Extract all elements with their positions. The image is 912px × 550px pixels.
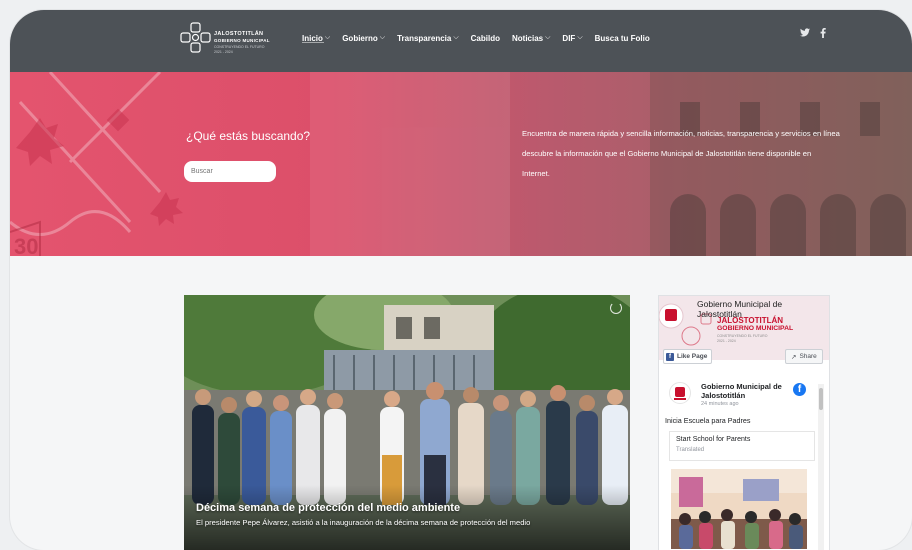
translated-text: Start School for Parents (676, 436, 751, 443)
cover-tagline: CONSTRUYENDO EL FUTURO (717, 334, 768, 338)
cover-subtitle: GOBIERNO MUNICIPAL (717, 325, 794, 332)
page-frame: JALOSTOTITLÁN GOBIERNO MUNICIPAL CONSTRU… (10, 10, 912, 550)
nav-item-inicio[interactable]: Inicio ⌵ (302, 28, 330, 48)
facebook-page-widget: Gobierno Municipal de Jalostotitlán JALO… (658, 295, 830, 550)
nav-item-dif[interactable]: DIF ⌵ (562, 28, 582, 48)
chevron-down-icon: ⌵ (379, 34, 386, 41)
logo-tagline: CONSTRUYENDO EL FUTURO (214, 45, 265, 49)
like-page-label: Like Page (677, 353, 708, 360)
logo-emblem-icon (180, 22, 211, 53)
nav-item-transparencia[interactable]: Transparencia ⌵ (397, 28, 459, 48)
search-input[interactable] (184, 161, 276, 182)
post-text: Inicia Escuela para Padres (665, 416, 751, 425)
featured-news-card[interactable]: Décima semana de protección del medio am… (184, 295, 630, 550)
hero-title: ¿Qué estás buscando? (186, 129, 311, 143)
facebook-icon[interactable] (820, 28, 826, 40)
nav-label: Transparencia (397, 33, 452, 43)
svg-text:30: 30 (14, 234, 38, 256)
site-header: JALOSTOTITLÁN GOBIERNO MUNICIPAL CONSTRU… (10, 10, 912, 72)
facebook-post: Gobierno Municipal de Jalostotitlán 24 m… (665, 382, 815, 550)
logo-years: 2021 - 2024 (214, 50, 233, 54)
nav-label: Gobierno (342, 33, 378, 43)
post-photo[interactable] (671, 469, 807, 549)
chevron-down-icon: ⌵ (324, 34, 331, 41)
nav-label: Cabildo (470, 33, 500, 43)
chevron-down-icon: ⌵ (545, 34, 551, 41)
twitter-icon[interactable] (800, 28, 810, 40)
logo-title: JALOSTOTITLÁN (214, 31, 264, 37)
nav-item-gobierno[interactable]: Gobierno ⌵ (342, 28, 385, 48)
news-title[interactable]: Décima semana de protección del medio am… (196, 502, 460, 514)
share-icon: ↗ (791, 353, 797, 361)
nav-item-cabildo[interactable]: Cabildo (471, 28, 500, 48)
share-label: Share (799, 353, 817, 360)
post-author[interactable]: Gobierno Municipal de Jalostotitlán (701, 382, 791, 400)
like-page-button[interactable]: f Like Page (663, 349, 713, 364)
hero-description: Encuentra de manera rápida y sencilla in… (522, 129, 840, 178)
facebook-square-icon: f (666, 352, 674, 361)
nav-label: DIF (562, 33, 576, 43)
loading-spinner-icon (610, 302, 622, 314)
site-logo[interactable]: JALOSTOTITLÁN GOBIERNO MUNICIPAL CONSTRU… (180, 22, 280, 60)
translated-label[interactable]: Translated (676, 447, 704, 453)
logo-subtitle: GOBIERNO MUNICIPAL (214, 38, 270, 43)
chevron-down-icon: ⌵ (577, 34, 583, 41)
nav-item-busca-folio[interactable]: Busca tu Folio (595, 28, 650, 48)
cover-title: JALOSTOTITLÁN (717, 316, 784, 325)
share-button[interactable]: ↗ Share (785, 349, 823, 364)
chevron-down-icon: ⌵ (453, 34, 459, 41)
facebook-logo-icon[interactable]: f (793, 383, 806, 396)
hero-banner: 30 ¿Qué estás buscando? Buscar Encuentra… (10, 72, 912, 256)
post-timestamp[interactable]: 24 minutes ago (701, 401, 739, 407)
nav-item-noticias[interactable]: Noticias ⌵ (512, 28, 550, 48)
news-summary: El presidente Pepe Álvarez, asistió a la… (196, 518, 531, 527)
active-indicator (302, 42, 324, 43)
avatar[interactable] (669, 382, 691, 404)
translation-box: Start School for Parents Translated (669, 431, 815, 461)
cover-years: 2021 - 2024 (717, 339, 736, 343)
nav-label: Busca tu Folio (594, 33, 650, 43)
nav-label: Noticias (511, 33, 544, 43)
scrollbar-thumb[interactable] (819, 388, 823, 410)
main-nav: Inicio ⌵ Gobierno ⌵ Transparencia ⌵ Cabi… (302, 28, 650, 48)
